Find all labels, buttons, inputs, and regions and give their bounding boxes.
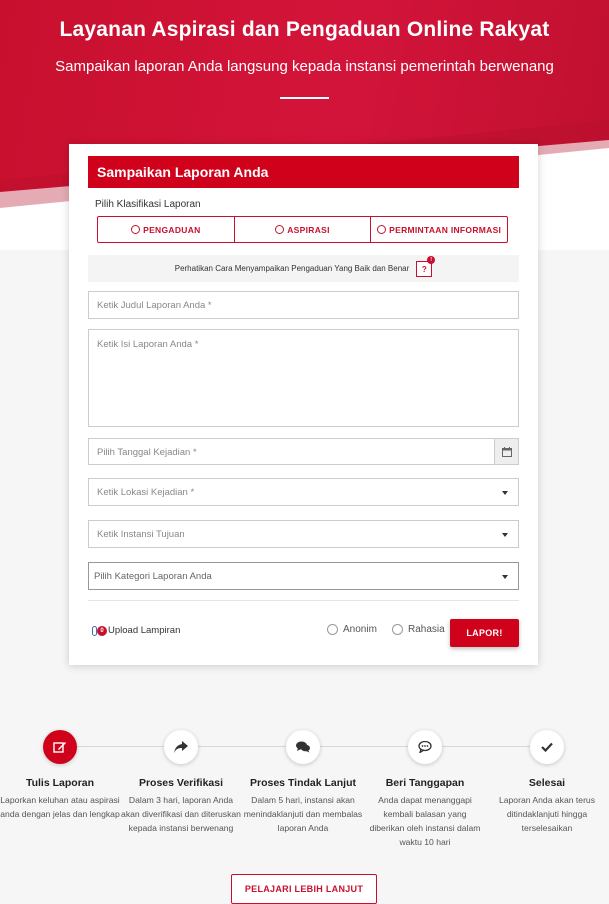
report-category-placeholder: Pilih Kategori Laporan Anda xyxy=(94,571,212,582)
chevron-down-icon xyxy=(502,575,508,579)
anonymous-option[interactable]: Anonim xyxy=(327,624,377,635)
step-desc: Laporan Anda akan terus ditindaklanjuti … xyxy=(498,795,596,833)
classification-group: PENGADUAN ASPIRASI PERMINTAAN INFORMASI xyxy=(97,216,508,243)
step-desc: Laporkan keluhan atau aspirasi anda deng… xyxy=(0,795,120,819)
notice-text: Perhatikan Cara Menyampaikan Pengaduan Y… xyxy=(174,264,410,273)
report-category-select[interactable]: Pilih Kategori Laporan Anda xyxy=(88,562,519,590)
incident-date-input[interactable]: Pilih Tanggal Kejadian * xyxy=(88,438,519,465)
step-desc: Dalam 3 hari, laporan Anda akan diverifi… xyxy=(121,795,241,833)
step-selesai: Selesai Laporan Anda akan terus ditindak… xyxy=(487,730,607,835)
report-body-textarea[interactable]: Ketik Isi Laporan Anda * xyxy=(88,329,519,427)
radio-icon xyxy=(327,624,338,635)
anonymous-label: Anonim xyxy=(343,624,377,635)
step-title: Beri Tanggapan xyxy=(385,777,465,789)
classification-option-pengaduan[interactable]: PENGADUAN xyxy=(98,217,235,242)
secret-label: Rahasia xyxy=(408,624,445,635)
hero-divider xyxy=(280,97,329,99)
help-button[interactable]: ? ! xyxy=(416,255,436,277)
report-title-placeholder: Ketik Judul Laporan Anda * xyxy=(97,300,212,311)
step-tulis-laporan: Tulis Laporan Laporkan keluhan atau aspi… xyxy=(0,730,120,821)
guideline-notice: Perhatikan Cara Menyampaikan Pengaduan Y… xyxy=(88,255,519,282)
step-title: Selesai xyxy=(528,777,566,789)
radio-icon xyxy=(377,225,387,234)
submit-report-button[interactable]: LAPOR! xyxy=(450,619,519,647)
step-proses-tindak-lanjut: Proses Tindak Lanjut Dalam 5 hari, insta… xyxy=(243,730,363,835)
classification-label: Pilih Klasifikasi Laporan xyxy=(95,199,201,210)
radio-icon xyxy=(392,624,403,635)
report-title-input[interactable]: Ketik Judul Laporan Anda * xyxy=(88,291,519,319)
report-form-card: Sampaikan Laporan Anda Pilih Klasifikasi… xyxy=(69,144,538,665)
upload-label: Upload Lampiran xyxy=(108,625,181,636)
step-desc: Anda dapat menanggapi kembali balasan ya… xyxy=(369,795,481,847)
calendar-icon xyxy=(502,447,512,457)
step-title: Proses Tindak Lanjut xyxy=(250,777,356,789)
classification-option-permintaan-informasi[interactable]: PERMINTAAN INFORMASI xyxy=(371,217,507,242)
step-title: Proses Verifikasi xyxy=(138,777,224,789)
step-beri-tanggapan: Beri Tanggapan Anda dapat menanggapi kem… xyxy=(365,730,485,849)
calendar-button[interactable] xyxy=(494,439,518,464)
step-proses-verifikasi: Proses Verifikasi Dalam 3 hari, laporan … xyxy=(121,730,241,835)
help-icon: ? xyxy=(421,264,427,274)
form-heading: Sampaikan Laporan Anda xyxy=(88,156,519,188)
step-desc: Dalam 5 hari, instansi akan menindaklanj… xyxy=(243,795,363,833)
hero-title: Layanan Aspirasi dan Pengaduan Online Ra… xyxy=(59,18,550,41)
hero-subtitle: Sampaikan laporan Anda langsung kepada i… xyxy=(55,58,554,75)
chevron-down-icon xyxy=(502,491,508,495)
share-icon xyxy=(164,730,198,764)
classification-option-label: PENGADUAN xyxy=(143,224,201,235)
radio-icon xyxy=(275,225,285,234)
chevron-down-icon xyxy=(502,533,508,537)
classification-option-label: ASPIRASI xyxy=(287,224,330,235)
radio-icon xyxy=(131,225,141,234)
target-agency-placeholder: Ketik Instansi Tujuan xyxy=(97,529,185,540)
secret-option[interactable]: Rahasia xyxy=(392,624,445,635)
comments-icon xyxy=(286,730,320,764)
form-divider xyxy=(88,600,519,601)
target-agency-input[interactable]: Ketik Instansi Tujuan xyxy=(88,520,519,548)
edit-icon xyxy=(43,730,77,764)
attachment-count-badge: 0 xyxy=(97,625,107,636)
check-icon xyxy=(530,730,564,764)
classification-option-label: PERMINTAAN INFORMASI xyxy=(389,224,502,235)
step-title: Tulis Laporan xyxy=(25,777,95,789)
incident-date-placeholder: Pilih Tanggal Kejadian * xyxy=(97,447,197,458)
learn-more-button[interactable]: PELAJARI LEBIH LANJUT xyxy=(231,874,377,904)
upload-attachment-button[interactable]: 0 Upload Lampiran xyxy=(92,625,180,636)
report-body-placeholder: Ketik Isi Laporan Anda * xyxy=(97,339,199,350)
help-badge: ! xyxy=(427,255,436,264)
classification-option-aspirasi[interactable]: ASPIRASI xyxy=(235,217,372,242)
comment-icon xyxy=(408,730,442,764)
incident-location-placeholder: Ketik Lokasi Kejadian * xyxy=(97,487,195,498)
incident-location-input[interactable]: Ketik Lokasi Kejadian * xyxy=(88,478,519,506)
